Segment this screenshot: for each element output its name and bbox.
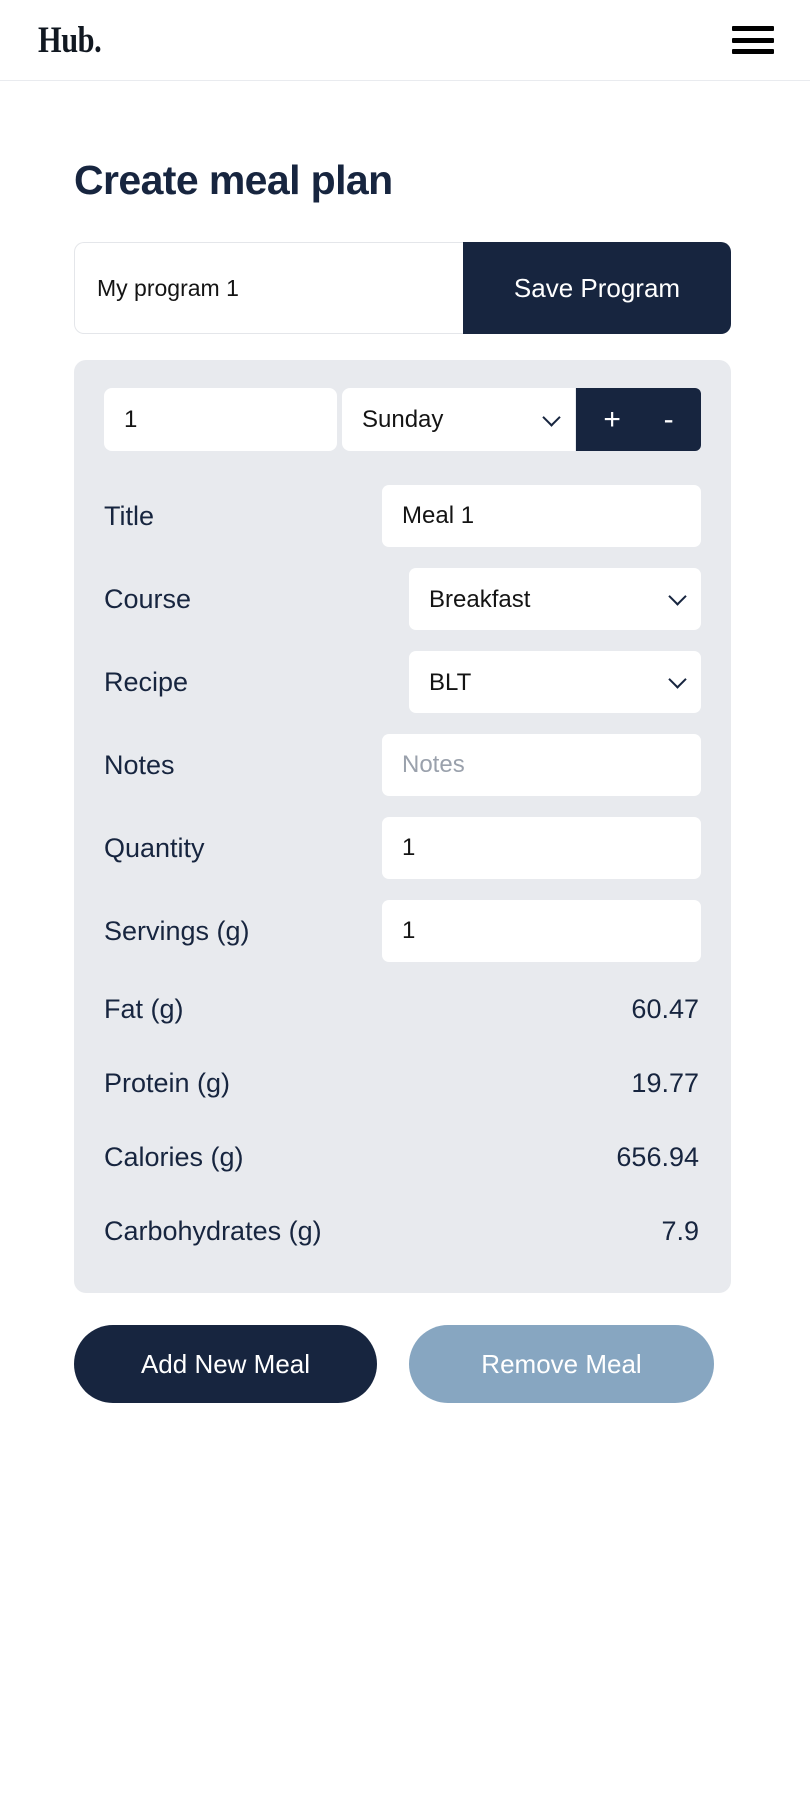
form-row-quantity: Quantity bbox=[104, 817, 701, 879]
recipe-select[interactable]: BLT bbox=[409, 651, 701, 713]
field-label: Servings (g) bbox=[104, 915, 250, 946]
field-wrapper bbox=[382, 485, 701, 547]
field-wrapper: BreakfastLunchDinnerSnack bbox=[409, 568, 701, 630]
field-label: Course bbox=[104, 583, 192, 614]
day-count-input[interactable] bbox=[104, 388, 337, 451]
form-row-servings-g: Servings (g) bbox=[104, 900, 701, 962]
day-selector-row: SundayMondayTuesdayWednesdayThursdayFrid… bbox=[104, 388, 701, 451]
field-label: Quantity bbox=[104, 832, 205, 863]
page-content: Create meal plan Save Program SundayMond… bbox=[0, 81, 810, 1403]
day-select-wrapper: SundayMondayTuesdayWednesdayThursdayFrid… bbox=[342, 388, 575, 451]
meal-actions: Add New Meal Remove Meal bbox=[74, 1325, 731, 1403]
nutrition-label: Protein (g) bbox=[104, 1067, 231, 1098]
course-select[interactable]: BreakfastLunchDinnerSnack bbox=[409, 568, 701, 630]
page-title: Create meal plan bbox=[74, 157, 393, 203]
nutrition-row: Protein (g) 19.77 bbox=[104, 1057, 701, 1109]
field-wrapper bbox=[382, 900, 701, 962]
remove-meal-button[interactable]: Remove Meal bbox=[409, 1325, 714, 1403]
program-name-bar: Save Program bbox=[74, 242, 731, 334]
add-new-meal-button[interactable]: Add New Meal bbox=[74, 1325, 377, 1403]
add-day-button[interactable]: + bbox=[593, 404, 631, 435]
nutrition-value: 656.94 bbox=[616, 1141, 699, 1172]
meal-card: SundayMondayTuesdayWednesdayThursdayFrid… bbox=[74, 360, 731, 1293]
field-wrapper bbox=[382, 734, 701, 796]
nutrition-row: Calories (g) 656.94 bbox=[104, 1131, 701, 1183]
save-program-button[interactable]: Save Program bbox=[463, 242, 731, 334]
quantity-input[interactable] bbox=[382, 817, 701, 879]
servings-g-input[interactable] bbox=[382, 900, 701, 962]
field-wrapper: BLT bbox=[409, 651, 701, 713]
nutrition-container: Fat (g) 60.47 Protein (g) 19.77 Calories (g)… bbox=[104, 983, 701, 1257]
nutrition-value: 7.9 bbox=[661, 1215, 699, 1246]
field-label: Notes bbox=[104, 749, 175, 780]
day-of-week-select[interactable]: SundayMondayTuesdayWednesdayThursdayFrid… bbox=[342, 388, 575, 451]
nutrition-label: Fat (g) bbox=[104, 993, 184, 1024]
form-row-notes: Notes bbox=[104, 734, 701, 796]
field-label: Recipe bbox=[104, 666, 189, 697]
meal-fields-container: Title Course BreakfastLunchDinnerSnack Reci… bbox=[104, 485, 701, 962]
field-label: Title bbox=[104, 500, 155, 531]
top-navbar: Hub. bbox=[0, 0, 810, 81]
hamburger-bar-1 bbox=[732, 26, 774, 31]
hamburger-menu-icon[interactable] bbox=[732, 24, 774, 56]
form-row-title: Title bbox=[104, 485, 701, 547]
hamburger-bar-3 bbox=[732, 49, 774, 54]
nutrition-value: 60.47 bbox=[631, 993, 699, 1024]
form-row-recipe: Recipe BLT bbox=[104, 651, 701, 713]
nutrition-value: 19.77 bbox=[631, 1067, 699, 1098]
nutrition-row: Carbohydrates (g) 7.9 bbox=[104, 1205, 701, 1257]
nutrition-row: Fat (g) 60.47 bbox=[104, 983, 701, 1035]
form-row-course: Course BreakfastLunchDinnerSnack bbox=[104, 568, 701, 630]
notes-input[interactable] bbox=[382, 734, 701, 796]
program-name-input[interactable] bbox=[74, 242, 463, 334]
brand-logo[interactable]: Hub. bbox=[38, 22, 102, 59]
nutrition-label: Calories (g) bbox=[104, 1141, 244, 1172]
title-input[interactable] bbox=[382, 485, 701, 547]
day-stepper-group: + - bbox=[576, 388, 701, 451]
hamburger-bar-2 bbox=[732, 37, 774, 43]
field-wrapper bbox=[382, 817, 701, 879]
remove-day-button[interactable]: - bbox=[654, 404, 684, 435]
nutrition-label: Carbohydrates (g) bbox=[104, 1215, 322, 1246]
